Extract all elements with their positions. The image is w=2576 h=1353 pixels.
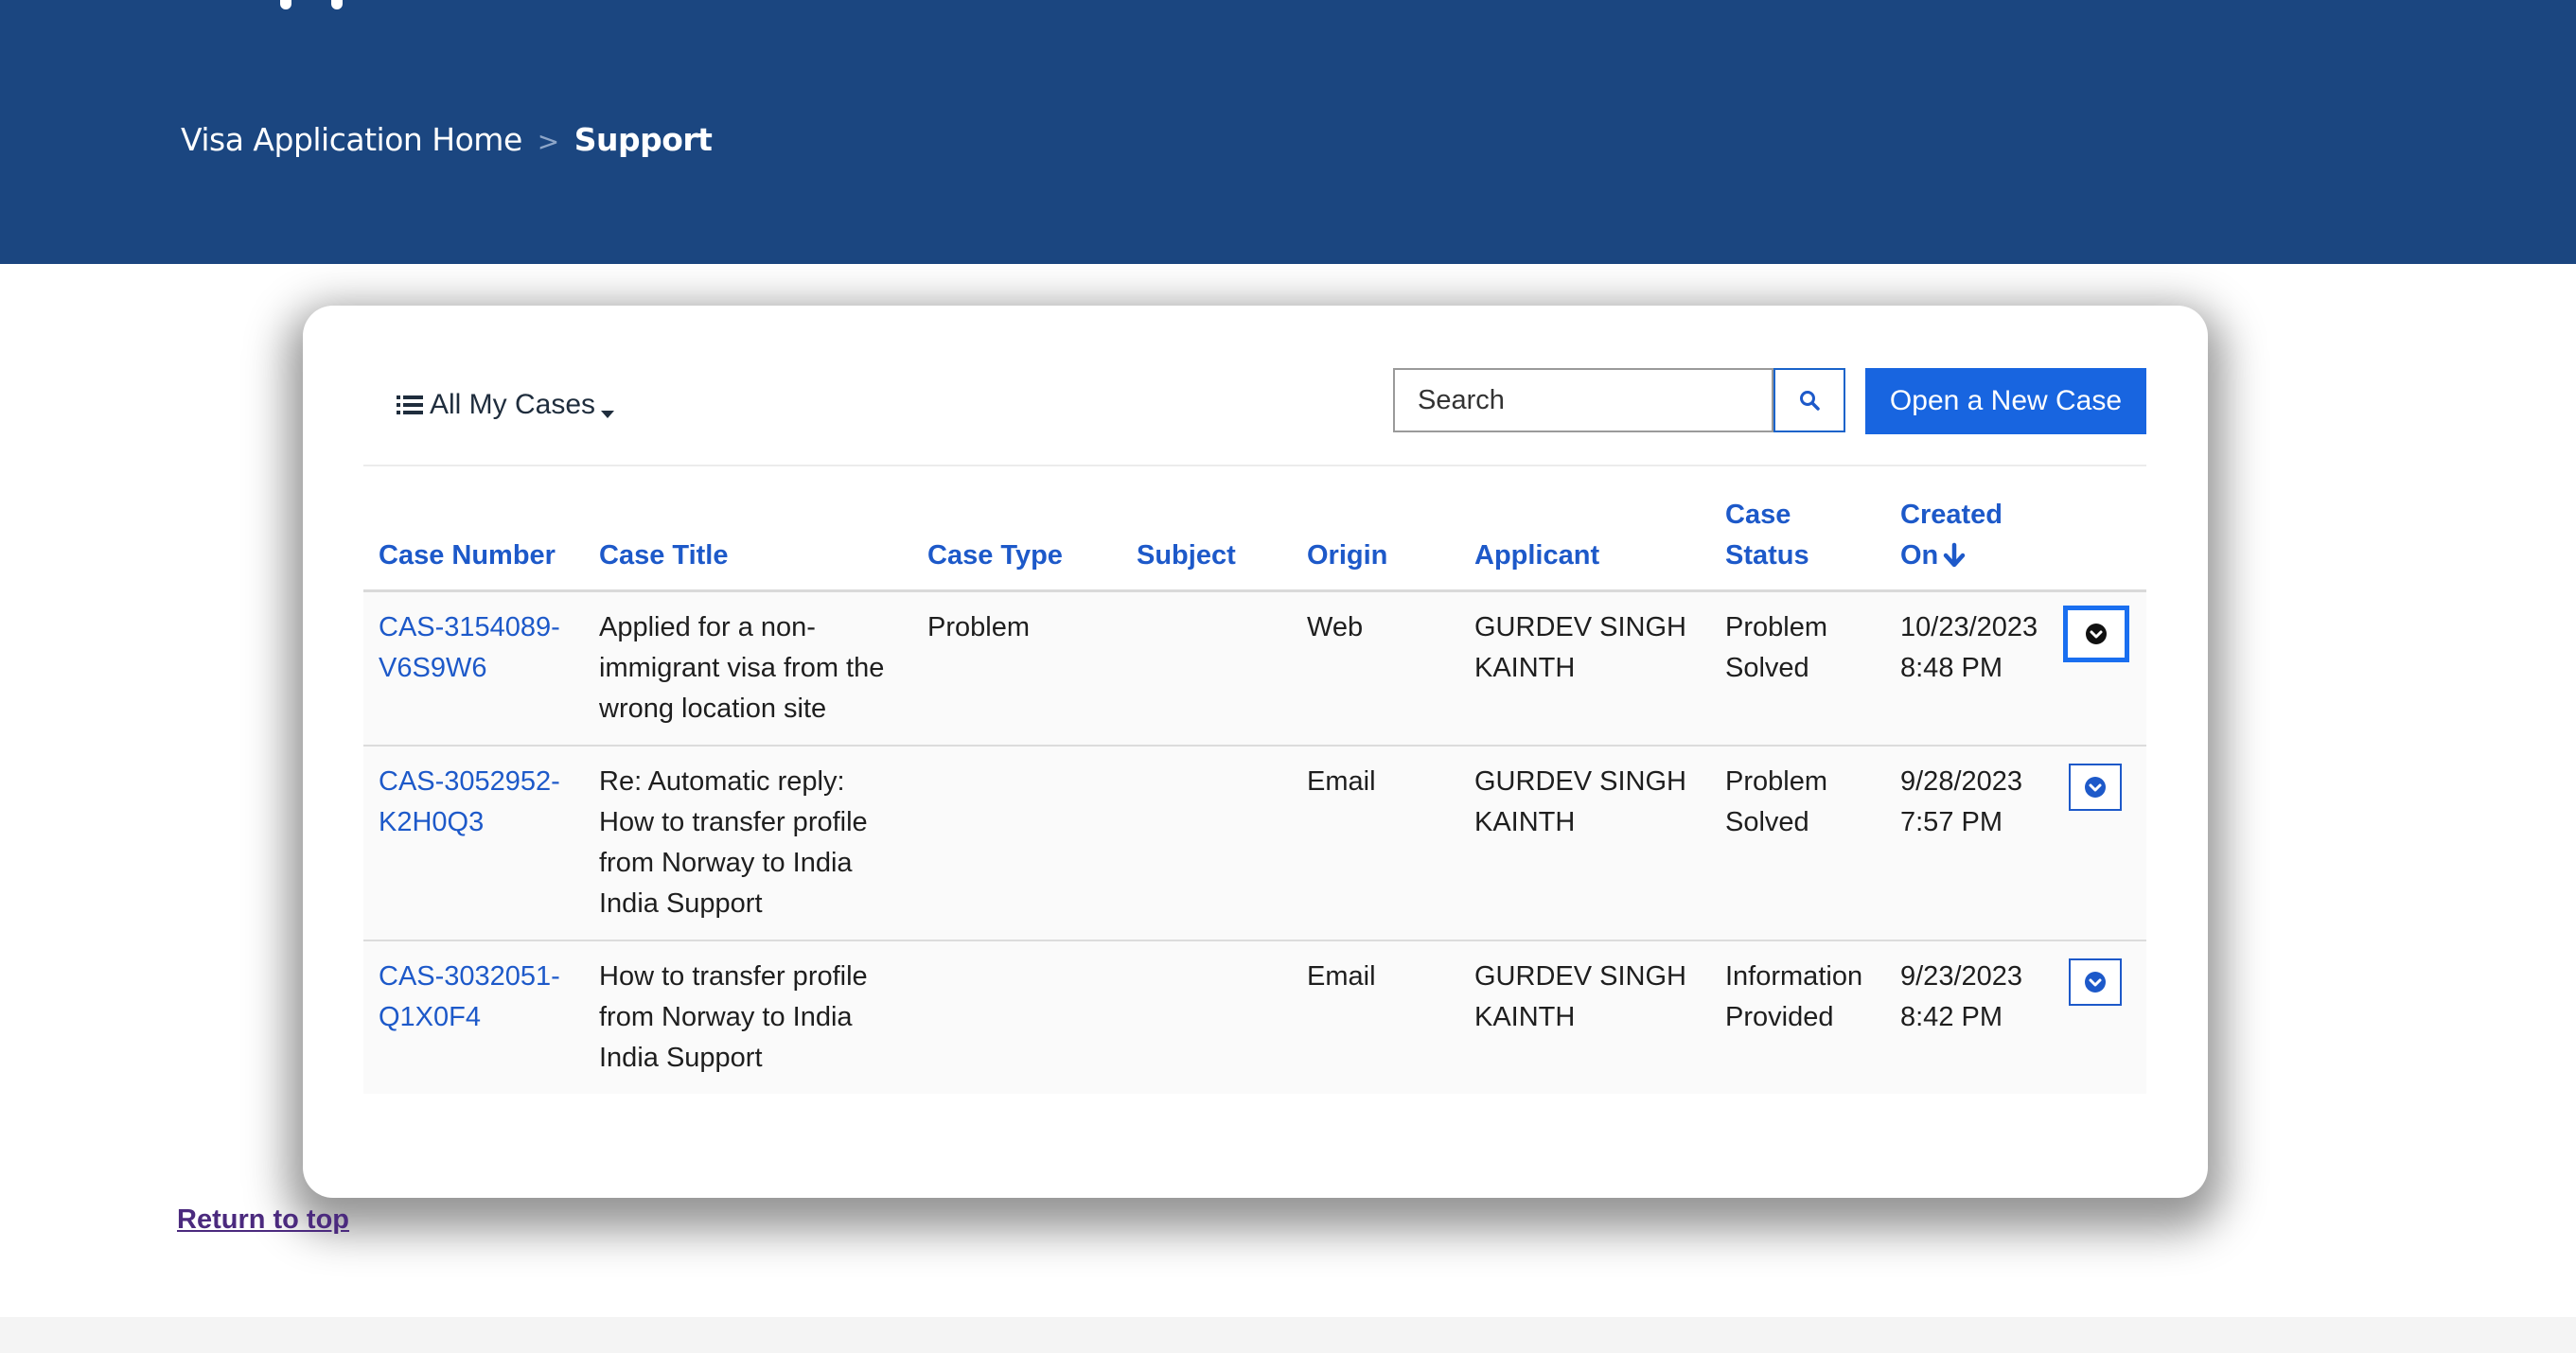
case-title-cell: Applied for a non-immigrant visa from th… [599, 612, 885, 724]
column-header-created-on[interactable]: Created On [1885, 495, 2052, 592]
case-number-link[interactable]: CAS-3154089- V6S9W6 [379, 612, 560, 683]
created-on-header-line1: Created [1900, 500, 2003, 530]
actions-cell [2052, 591, 2146, 747]
breadcrumb-current: Support [573, 121, 713, 158]
case-title-cell: Re: Automatic reply: How to transfer pro… [584, 745, 912, 940]
row-actions-button[interactable] [2069, 958, 2122, 1006]
subject-cell [1121, 745, 1292, 940]
created-on-header-line2: On [1900, 540, 1939, 571]
chevron-down-circle-icon [2085, 972, 2106, 993]
chevron-down-circle-icon [2085, 777, 2106, 798]
column-header-subject[interactable]: Subject [1121, 495, 1292, 592]
case-type-cell [912, 745, 1121, 940]
open-new-case-button[interactable]: Open a New Case [1865, 368, 2146, 434]
cases-table: Case Number Case Title Case Type Subject… [363, 495, 2146, 1094]
subject-cell [1121, 591, 1292, 747]
subject-cell [1121, 940, 1292, 1094]
site-header: Visa Application Home > Support [0, 0, 2576, 264]
column-header-case-title[interactable]: Case Title [584, 495, 912, 592]
origin-cell: Email [1292, 940, 1459, 1094]
table-row: CAS-3052952- K2H0Q3 Re: Automatic reply: … [363, 745, 2146, 940]
breadcrumb-separator: > [537, 126, 559, 157]
actions-cell [2052, 940, 2146, 1094]
origin-cell: Web [1307, 612, 1364, 642]
applicant-cell: GURDEV SINGH KAINTH [1459, 745, 1710, 940]
chevron-down-circle-icon [2086, 624, 2107, 644]
case-type-cell [912, 940, 1121, 1094]
list-icon [397, 395, 423, 414]
created-on-cell: 9/28/2023 7:57 PM [1885, 745, 2052, 940]
created-on-cell: 10/23/2023 8:48 PM [1900, 612, 2038, 683]
row-actions-button[interactable] [2063, 606, 2129, 662]
case-status-cell: Information Provided [1710, 940, 1885, 1094]
column-header-case-status[interactable]: Case Status [1710, 495, 1885, 592]
created-on-cell: 9/23/2023 8:42 PM [1885, 940, 2052, 1094]
table-row: CAS-3032051- Q1X0F4 How to transfer profi… [363, 940, 2146, 1094]
case-status-cell: Problem Solved [1725, 612, 1827, 683]
cases-card: All My Cases Open a New Case Case Number… [303, 306, 2208, 1198]
case-number-cell: CAS-3052952- K2H0Q3 [363, 745, 584, 940]
case-type-cell: Problem [927, 612, 1030, 642]
search-input[interactable] [1393, 368, 1773, 432]
page-heading-fragment [274, 0, 379, 11]
case-number-cell: CAS-3154089- V6S9W6 [363, 591, 584, 747]
search-button[interactable] [1773, 368, 1845, 432]
breadcrumb: Visa Application Home > Support [181, 121, 713, 158]
breadcrumb-home-link[interactable]: Visa Application Home [181, 121, 522, 158]
view-selector-label: All My Cases [430, 389, 596, 420]
arrow-down-icon [1944, 542, 1966, 568]
caret-down-icon [601, 411, 615, 418]
case-status-header-line1: Case [1725, 500, 1791, 530]
row-actions-button[interactable] [2069, 764, 2122, 811]
case-number-link[interactable]: CAS-3032051- Q1X0F4 [379, 961, 560, 1032]
return-to-top-link[interactable]: Return to top [177, 1204, 349, 1236]
search-icon [1800, 391, 1820, 411]
applicant-cell: GURDEV SINGH KAINTH [1474, 612, 1686, 683]
divider [363, 465, 2146, 466]
case-title-cell: How to transfer profile from Norway to I… [584, 940, 912, 1094]
column-header-actions [2052, 495, 2146, 592]
footer-band [0, 1317, 2576, 1353]
case-status-cell: Problem Solved [1710, 745, 1885, 940]
applicant-cell: GURDEV SINGH KAINTH [1459, 940, 1710, 1094]
view-selector[interactable]: All My Cases [396, 389, 615, 421]
case-number-link[interactable]: CAS-3052952- K2H0Q3 [379, 766, 560, 837]
column-header-case-number[interactable]: Case Number [363, 495, 584, 592]
actions-cell [2052, 745, 2146, 940]
case-number-cell: CAS-3032051- Q1X0F4 [363, 940, 584, 1094]
origin-cell: Email [1292, 745, 1459, 940]
table-header-row: Case Number Case Title Case Type Subject… [363, 495, 2146, 592]
table-row: CAS-3154089- V6S9W6 Applied for a non-imm… [363, 590, 2146, 747]
column-header-origin[interactable]: Origin [1292, 495, 1459, 592]
case-status-header-line2: Status [1725, 540, 1809, 571]
column-header-applicant[interactable]: Applicant [1459, 495, 1710, 592]
column-header-case-type[interactable]: Case Type [912, 495, 1121, 592]
